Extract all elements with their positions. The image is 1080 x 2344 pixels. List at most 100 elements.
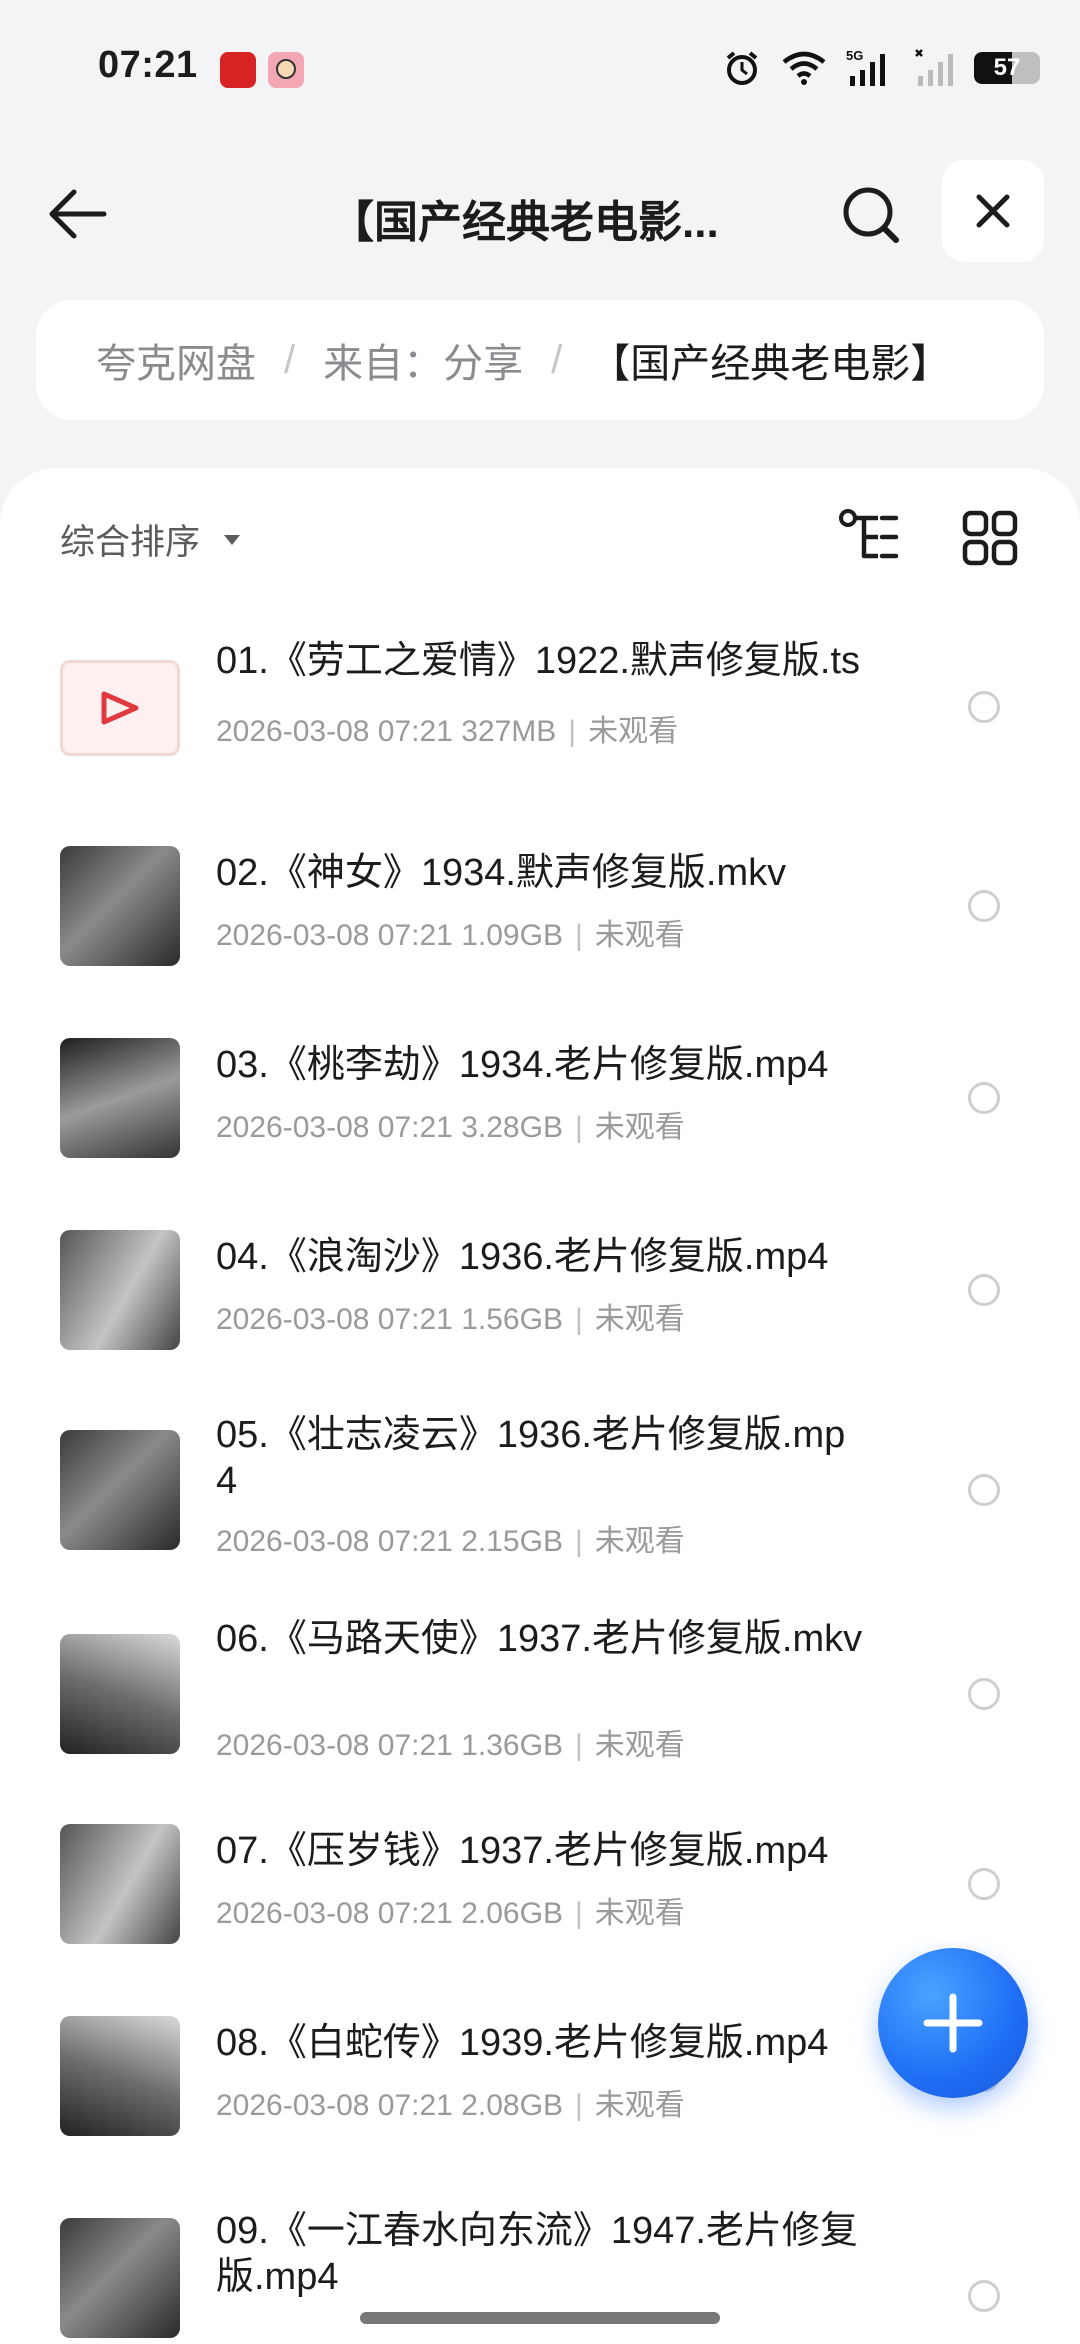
- video-thumbnail: [60, 2016, 180, 2136]
- select-radio[interactable]: [968, 691, 1000, 723]
- status-time: 07:21: [98, 44, 198, 86]
- status-indicators: 5G 57: [722, 46, 1040, 90]
- watch-status: 未观看: [594, 1303, 685, 1336]
- file-date: 2026-03-08 07:21: [216, 1111, 453, 1144]
- file-size: 1.56GB: [461, 1303, 563, 1336]
- watch-status: 未观看: [594, 2089, 685, 2122]
- file-size: 2.15GB: [461, 1525, 563, 1558]
- file-date: 2026-03-08 07:21: [216, 2089, 453, 2122]
- file-name: 09.《一江春水向东流》1947.老片修复版.mp4: [216, 2210, 858, 2298]
- select-radio[interactable]: [968, 1274, 1000, 1306]
- breadcrumb-item-share[interactable]: 来自：分享: [323, 331, 523, 389]
- file-meta: 2026-03-08 07:21 1.56GB | 未观看: [216, 1303, 685, 1336]
- battery-level: 57: [993, 54, 1021, 81]
- select-radio[interactable]: [968, 2280, 1000, 2312]
- breadcrumb: 夸克网盘 / 来自：分享 / 【国产经典老电影】: [36, 300, 1044, 420]
- file-date: 2026-03-08 07:21: [216, 1303, 453, 1336]
- grid-view-icon[interactable]: [962, 510, 1018, 566]
- file-date: 2026-03-08 07:21: [216, 1729, 453, 1762]
- watch-status: 未观看: [594, 1525, 685, 1558]
- select-radio[interactable]: [968, 1678, 1000, 1710]
- file-meta: 2026-03-08 07:21 2.06GB | 未观看: [216, 1897, 685, 1930]
- file-size: 3.28GB: [461, 1111, 563, 1144]
- list-item[interactable]: 03.《桃李劫》1934.老片修复版.mp4 2026-03-08 07:21 …: [0, 990, 1080, 1180]
- select-radio[interactable]: [968, 890, 1000, 922]
- list-item[interactable]: 06.《马路天使》1937.老片修复版.mkv 2026-03-08 07:21…: [0, 1578, 1080, 1788]
- page-title: 【国产经典老电影...: [330, 198, 719, 247]
- file-meta: 2026-03-08 07:21 1.09GB | 未观看: [216, 919, 685, 952]
- file-size: 327MB: [461, 715, 557, 748]
- breadcrumb-item-root[interactable]: 夸克网盘: [96, 331, 256, 389]
- select-radio[interactable]: [968, 1082, 1000, 1114]
- status-bar: 07:21 5G 57: [0, 0, 1080, 140]
- breadcrumb-separator: /: [284, 337, 296, 382]
- plus-icon: [923, 1993, 983, 2053]
- play-icon: [101, 691, 139, 725]
- search-button[interactable]: [836, 180, 906, 250]
- wifi-icon: [782, 51, 826, 85]
- file-meta: 2026-03-08 07:21 1.36GB | 未观看: [216, 1729, 685, 1762]
- sort-label: 综合排序: [60, 523, 201, 562]
- file-name: 02.《神女》1934.默声修复版.mkv: [216, 852, 787, 894]
- alarm-icon: [726, 51, 758, 85]
- sort-dropdown[interactable]: 综合排序: [60, 514, 242, 565]
- file-meta: 2026-03-08 07:21 327MB | 未观看: [216, 715, 679, 748]
- file-name: 03.《桃李劫》1934.老片修复版.mp4: [216, 1044, 829, 1086]
- file-date: 2026-03-08 07:21: [216, 919, 453, 952]
- file-size: 2.06GB: [461, 1897, 563, 1930]
- signal-icon: [915, 49, 953, 86]
- breadcrumb-separator: /: [551, 337, 563, 382]
- video-thumbnail: [60, 1038, 180, 1158]
- battery-icon: 57: [974, 52, 1040, 84]
- video-thumbnail: [60, 1430, 180, 1550]
- file-name: 01.《劳工之爱情》1922.默声修复版.ts: [216, 640, 861, 682]
- video-thumbnail: [60, 2218, 180, 2338]
- file-date: 2026-03-08 07:21: [216, 1525, 453, 1558]
- video-file-icon: [60, 660, 180, 756]
- file-name: 07.《压岁钱》1937.老片修复版.mp4: [216, 1830, 829, 1872]
- file-meta: 2026-03-08 07:21 2.15GB | 未观看: [216, 1525, 685, 1558]
- caret-down-icon: [224, 534, 241, 545]
- watch-status: 未观看: [594, 1897, 685, 1930]
- file-size: 2.08GB: [461, 2089, 563, 2122]
- select-radio[interactable]: [968, 1868, 1000, 1900]
- list-item[interactable]: 05.《壮志凌云》1936.老片修复版.mp4 2026-03-08 07:21…: [0, 1374, 1080, 1584]
- breadcrumb-item-current: 【国产经典老电影】: [590, 342, 951, 386]
- file-size: 1.09GB: [461, 919, 563, 952]
- svg-text:5G: 5G: [846, 48, 863, 63]
- file-name: 08.《白蛇传》1939.老片修复版.mp4: [216, 2022, 829, 2064]
- list-item[interactable]: 04.《浪淘沙》1936.老片修复版.mp4 2026-03-08 07:21 …: [0, 1182, 1080, 1372]
- file-meta: 2026-03-08 07:21 2.08GB | 未观看: [216, 2089, 685, 2122]
- video-thumbnail: [60, 846, 180, 966]
- video-thumbnail: [60, 1230, 180, 1350]
- app-notification-icon: [268, 52, 304, 88]
- add-button[interactable]: [878, 1948, 1028, 2098]
- watch-status: 未观看: [594, 1111, 685, 1144]
- signal-5g-icon: 5G: [846, 48, 885, 86]
- arrow-left-icon: [49, 189, 107, 239]
- file-date: 2026-03-08 07:21: [216, 1897, 453, 1930]
- select-radio[interactable]: [968, 1474, 1000, 1506]
- list-item[interactable]: 01.《劳工之爱情》1922.默声修复版.ts 2026-03-08 07:21…: [0, 598, 1080, 788]
- close-button[interactable]: [942, 160, 1044, 262]
- app-notification-icon: [220, 52, 256, 88]
- watch-status: 未观看: [588, 715, 679, 748]
- video-thumbnail: [60, 1634, 180, 1754]
- search-icon: [843, 187, 899, 243]
- video-thumbnail: [60, 1824, 180, 1944]
- back-button[interactable]: [44, 180, 112, 248]
- file-size: 1.36GB: [461, 1729, 563, 1762]
- home-indicator[interactable]: [360, 2312, 720, 2324]
- tree-view-icon[interactable]: [838, 508, 902, 568]
- file-name: 05.《壮志凌云》1936.老片修复版.mp4: [216, 1414, 846, 1502]
- list-toolbar: 综合排序: [0, 468, 1080, 598]
- watch-status: 未观看: [594, 1729, 685, 1762]
- watch-status: 未观看: [594, 919, 685, 952]
- file-meta: 2026-03-08 07:21 3.28GB | 未观看: [216, 1111, 685, 1144]
- file-name: 04.《浪淘沙》1936.老片修复版.mp4: [216, 1236, 829, 1278]
- header: 【国产经典老电影...: [0, 150, 1080, 270]
- close-icon: [976, 194, 1010, 228]
- file-name: 06.《马路天使》1937.老片修复版.mkv: [216, 1618, 863, 1660]
- list-item[interactable]: 02.《神女》1934.默声修复版.mkv 2026-03-08 07:21 1…: [0, 798, 1080, 988]
- file-date: 2026-03-08 07:21: [216, 715, 453, 748]
